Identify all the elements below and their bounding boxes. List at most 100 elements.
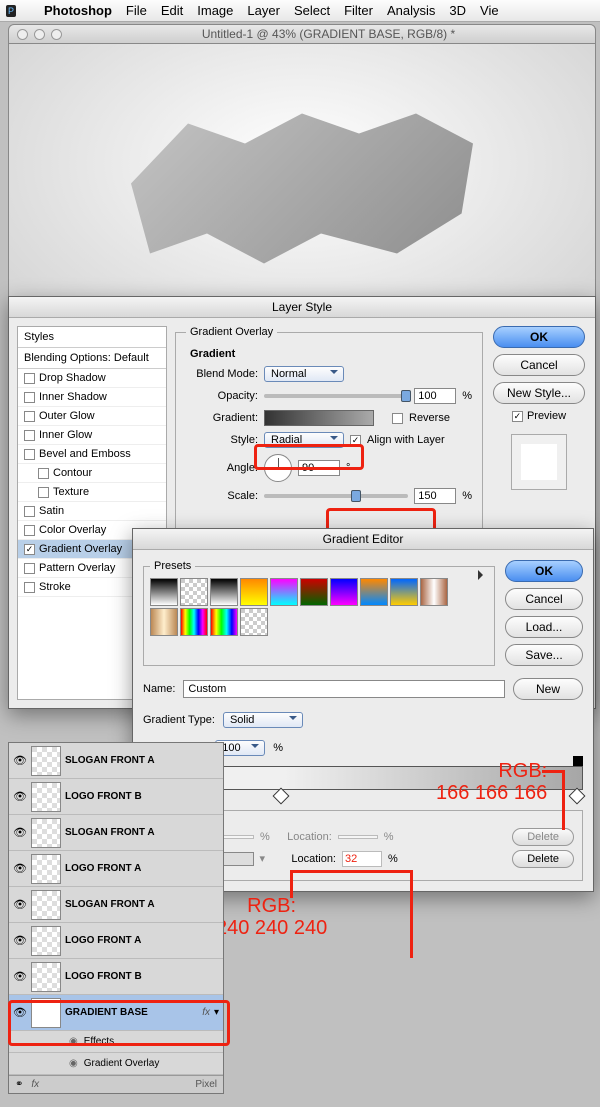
style-drop-shadow[interactable]: Drop Shadow: [18, 369, 166, 388]
preset-swatch[interactable]: [390, 578, 418, 606]
visibility-icon[interactable]: [13, 934, 27, 948]
visibility-icon[interactable]: [13, 1006, 27, 1020]
gradient-type-select[interactable]: Solid: [223, 712, 303, 728]
new-button[interactable]: New: [513, 678, 583, 700]
layer-row[interactable]: LOGO FRONT A: [9, 923, 223, 959]
ok-button[interactable]: OK: [493, 326, 585, 348]
style-satin[interactable]: Satin: [18, 502, 166, 521]
checkbox-checked-icon[interactable]: [24, 544, 35, 555]
minimize-icon[interactable]: [34, 29, 45, 40]
preset-swatch[interactable]: [420, 578, 448, 606]
save-button[interactable]: Save...: [505, 644, 583, 666]
cancel-button[interactable]: Cancel: [493, 354, 585, 376]
menu-file[interactable]: File: [126, 3, 147, 18]
preset-swatch[interactable]: [270, 578, 298, 606]
scale-slider[interactable]: [264, 494, 408, 498]
checkbox-icon[interactable]: [24, 525, 35, 536]
menu-edit[interactable]: Edit: [161, 3, 183, 18]
preset-swatch[interactable]: [150, 578, 178, 606]
checkbox-icon[interactable]: [24, 506, 35, 517]
preset-swatch[interactable]: [210, 578, 238, 606]
checkbox-icon[interactable]: [24, 392, 35, 403]
angle-input[interactable]: 90: [298, 460, 340, 476]
checkbox-icon[interactable]: [38, 468, 49, 479]
preset-swatch[interactable]: [180, 608, 208, 636]
menu-3d[interactable]: 3D: [449, 3, 466, 18]
document-titlebar[interactable]: Untitled-1 @ 43% (GRADIENT BASE, RGB/8) …: [8, 24, 596, 44]
preset-swatch[interactable]: [150, 608, 178, 636]
style-inner-glow[interactable]: Inner Glow: [18, 426, 166, 445]
layer-effects[interactable]: Effects: [9, 1031, 223, 1053]
link-icon[interactable]: ⚭: [15, 1079, 23, 1090]
delete-button[interactable]: Delete: [512, 828, 574, 846]
opacity-input[interactable]: 100: [414, 388, 456, 404]
scale-input[interactable]: 150: [414, 488, 456, 504]
menu-select[interactable]: Select: [294, 3, 330, 18]
angle-wheel[interactable]: [264, 454, 292, 482]
menu-image[interactable]: Image: [197, 3, 233, 18]
style-contour[interactable]: Contour: [18, 464, 166, 483]
visibility-icon[interactable]: [13, 970, 27, 984]
new-style-button[interactable]: New Style...: [493, 382, 585, 404]
layer-row[interactable]: LOGO FRONT B: [9, 959, 223, 995]
visibility-icon[interactable]: [13, 790, 27, 804]
chevron-down-icon[interactable]: ▾: [214, 1007, 219, 1018]
checkbox-icon[interactable]: [24, 582, 35, 593]
delete-button[interactable]: Delete: [512, 850, 574, 868]
layer-row[interactable]: SLOGAN FRONT A: [9, 815, 223, 851]
style-select[interactable]: Radial: [264, 432, 344, 448]
close-icon[interactable]: [17, 29, 28, 40]
cancel-button[interactable]: Cancel: [505, 588, 583, 610]
preset-swatch[interactable]: [360, 578, 388, 606]
preset-swatch[interactable]: [240, 578, 268, 606]
style-outer-glow[interactable]: Outer Glow: [18, 407, 166, 426]
blending-options[interactable]: Blending Options: Default: [18, 348, 166, 369]
visibility-icon[interactable]: [13, 826, 27, 840]
color-stop-icon[interactable]: [569, 788, 586, 805]
preset-swatch[interactable]: [240, 608, 268, 636]
stop-location-input[interactable]: 32: [342, 851, 382, 867]
styles-header[interactable]: Styles: [18, 327, 166, 348]
menu-view[interactable]: Vie: [480, 3, 499, 18]
blend-mode-select[interactable]: Normal: [264, 366, 344, 382]
checkbox-icon[interactable]: [24, 411, 35, 422]
visibility-icon[interactable]: [13, 898, 27, 912]
preview-checkbox[interactable]: [512, 411, 523, 422]
preset-swatch[interactable]: [330, 578, 358, 606]
gradient-swatch[interactable]: [264, 410, 374, 426]
color-stop-icon[interactable]: [273, 788, 290, 805]
reverse-checkbox[interactable]: [392, 413, 403, 424]
fx-icon[interactable]: fx: [31, 1079, 39, 1090]
preset-swatch[interactable]: [180, 578, 208, 606]
layer-row[interactable]: SLOGAN FRONT A: [9, 743, 223, 779]
layer-row-selected[interactable]: GRADIENT BASEfx▾: [9, 995, 223, 1031]
visibility-icon[interactable]: [13, 754, 27, 768]
opacity-slider[interactable]: [264, 394, 408, 398]
zoom-icon[interactable]: [51, 29, 62, 40]
name-input[interactable]: [183, 680, 505, 698]
app-name[interactable]: Photoshop: [44, 3, 112, 18]
presets-menu-icon[interactable]: [478, 570, 488, 580]
preset-swatch[interactable]: [210, 608, 238, 636]
checkbox-icon[interactable]: [24, 373, 35, 384]
checkbox-icon[interactable]: [38, 487, 49, 498]
checkbox-icon[interactable]: [24, 430, 35, 441]
ok-button[interactable]: OK: [505, 560, 583, 582]
style-inner-shadow[interactable]: Inner Shadow: [18, 388, 166, 407]
visibility-icon[interactable]: [13, 862, 27, 876]
fx-badge[interactable]: fx: [202, 1007, 210, 1018]
style-texture[interactable]: Texture: [18, 483, 166, 502]
layer-row[interactable]: SLOGAN FRONT A: [9, 887, 223, 923]
layer-row[interactable]: LOGO FRONT B: [9, 779, 223, 815]
menu-analysis[interactable]: Analysis: [387, 3, 435, 18]
align-checkbox[interactable]: [350, 435, 361, 446]
opacity-stop-icon[interactable]: [573, 756, 583, 766]
load-button[interactable]: Load...: [505, 616, 583, 638]
menu-filter[interactable]: Filter: [344, 3, 373, 18]
layer-effect-gradient-overlay[interactable]: Gradient Overlay: [9, 1053, 223, 1075]
menu-layer[interactable]: Layer: [247, 3, 280, 18]
style-bevel-emboss[interactable]: Bevel and Emboss: [18, 445, 166, 464]
checkbox-icon[interactable]: [24, 449, 35, 460]
stop-location-input[interactable]: [338, 835, 378, 839]
preset-swatch[interactable]: [300, 578, 328, 606]
